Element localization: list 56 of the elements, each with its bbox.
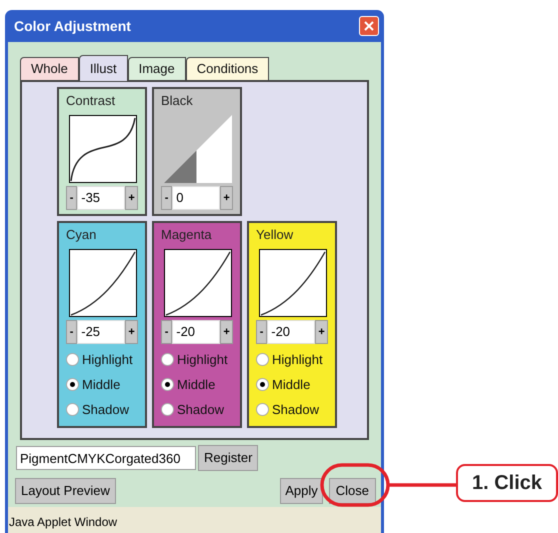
- curve-graph[interactable]: [69, 249, 137, 317]
- tab[interactable]: Image: [128, 57, 186, 80]
- close-button[interactable]: Close: [328, 478, 376, 504]
- increment-button[interactable]: +: [315, 320, 328, 344]
- curve-graph[interactable]: [259, 249, 327, 317]
- close-window-button[interactable]: [359, 16, 379, 36]
- radio-label[interactable]: Middle: [82, 374, 120, 394]
- channel-title: Cyan: [66, 227, 98, 243]
- channel-title: Contrast: [66, 93, 116, 109]
- radio-label[interactable]: Middle: [272, 374, 310, 394]
- decrement-button[interactable]: -: [66, 320, 78, 344]
- radio-label[interactable]: Shadow: [272, 400, 319, 420]
- tab[interactable]: Conditions: [186, 57, 270, 80]
- curve-graph[interactable]: [69, 115, 137, 183]
- radio-button[interactable]: [256, 403, 269, 416]
- radio-label[interactable]: Highlight: [82, 350, 133, 370]
- radio-label[interactable]: Shadow: [82, 400, 129, 420]
- increment-button[interactable]: +: [125, 320, 138, 344]
- radio-label[interactable]: Highlight: [177, 350, 228, 370]
- radio-button[interactable]: [256, 378, 269, 391]
- decrement-button[interactable]: -: [161, 186, 172, 210]
- value-field[interactable]: 0: [172, 186, 220, 210]
- value-field[interactable]: -35: [77, 186, 126, 210]
- radio-button[interactable]: [161, 378, 174, 391]
- register-button[interactable]: Register: [198, 445, 258, 471]
- tab[interactable]: Whole: [20, 57, 79, 80]
- radio-button[interactable]: [161, 403, 174, 416]
- increment-button[interactable]: +: [220, 186, 233, 210]
- decrement-button[interactable]: -: [161, 320, 172, 344]
- status-text: Java Applet Window: [9, 514, 118, 531]
- radio-button[interactable]: [161, 353, 174, 366]
- radio-label[interactable]: Shadow: [177, 400, 224, 420]
- increment-button[interactable]: +: [220, 320, 233, 344]
- value-field[interactable]: -25: [77, 320, 126, 344]
- tab[interactable]: Illust: [78, 55, 128, 81]
- value-field[interactable]: -20: [267, 320, 316, 344]
- channel-title: Yellow: [256, 227, 294, 243]
- callout-label: 1. Click: [456, 464, 558, 502]
- apply-button[interactable]: Apply: [280, 478, 323, 504]
- decrement-button[interactable]: -: [66, 186, 78, 210]
- radio-button[interactable]: [256, 353, 269, 366]
- increment-button[interactable]: +: [125, 186, 138, 210]
- close-icon: [364, 21, 374, 31]
- radio-button[interactable]: [66, 353, 79, 366]
- radio-button[interactable]: [66, 403, 79, 416]
- channel-title: Magenta: [161, 227, 213, 243]
- radio-button[interactable]: [66, 378, 79, 391]
- curve-graph[interactable]: [164, 249, 232, 317]
- layout-preview-button[interactable]: Layout Preview: [15, 478, 116, 504]
- value-field[interactable]: -20: [172, 320, 220, 344]
- radio-label[interactable]: Highlight: [272, 350, 323, 370]
- profile-name-field[interactable]: PigmentCMYKCorgated360: [16, 446, 196, 470]
- radio-label[interactable]: Middle: [177, 374, 216, 394]
- channel-title: Black: [161, 93, 194, 109]
- window-title: Color Adjustment: [14, 16, 131, 36]
- decrement-button[interactable]: -: [256, 320, 268, 344]
